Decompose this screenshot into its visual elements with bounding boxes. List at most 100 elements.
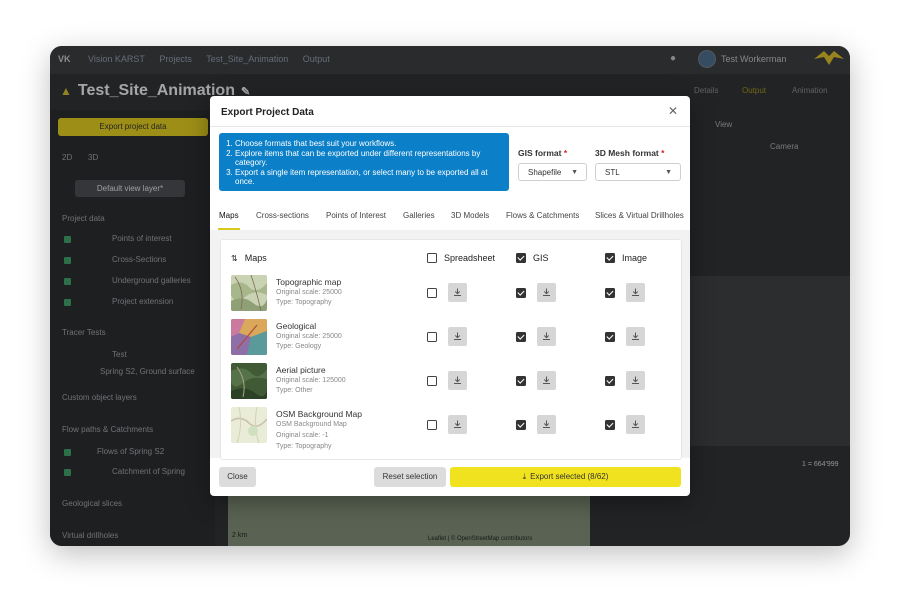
mesh-format-select[interactable]: STL ▼ [595, 163, 681, 181]
table-row: Topographic map Original scale: 25000 Ty… [221, 275, 681, 315]
gis-download-button[interactable] [537, 371, 556, 390]
gis-format-select[interactable]: Shapefile ▼ [518, 163, 587, 181]
gis-download-button[interactable] [537, 415, 556, 434]
item-subtitle: OSM Background Map [276, 421, 347, 428]
spreadsheet-checkbox[interactable] [427, 420, 437, 430]
download-icon [543, 376, 550, 384]
download-icon: ⤓ [522, 472, 527, 481]
item-scale: Original scale: 125000 [276, 377, 346, 384]
instruction-item: Explore items that can be exported under… [235, 149, 501, 168]
map-thumbnail [231, 363, 267, 399]
column-image[interactable]: Image [605, 253, 647, 263]
item-type: Type: Topography [276, 443, 332, 450]
tab-slices-drillholes[interactable]: Slices & Virtual Drillholes [595, 211, 684, 220]
table-row: Geological Original scale: 25000 Type: G… [221, 319, 681, 359]
category-tabs: Maps Cross-sections Points of Interest G… [210, 206, 690, 231]
tab-points-of-interest[interactable]: Points of Interest [326, 211, 386, 220]
column-label: Image [622, 253, 648, 263]
export-selected-button[interactable]: ⤓ Export selected (8/62) [450, 467, 681, 487]
select-all-spreadsheet-checkbox[interactable] [427, 253, 437, 263]
image-checkbox[interactable] [605, 288, 615, 298]
tab-galleries[interactable]: Galleries [403, 211, 435, 220]
spreadsheet-download-button[interactable] [448, 415, 467, 434]
item-type: Type: Other [276, 387, 313, 394]
item-name: Geological [276, 321, 317, 331]
table-row: Aerial picture Original scale: 125000 Ty… [221, 363, 681, 403]
required-mark: * [563, 148, 568, 158]
divider [210, 126, 690, 127]
map-thumbnail [231, 275, 267, 311]
download-icon [632, 332, 639, 340]
map-thumbnail [231, 319, 267, 355]
image-checkbox[interactable] [605, 420, 615, 430]
item-scale: Original scale: 25000 [276, 333, 342, 340]
column-gis[interactable]: GIS [516, 253, 549, 263]
item-name: OSM Background Map [276, 409, 362, 419]
image-download-button[interactable] [626, 283, 645, 302]
spreadsheet-checkbox[interactable] [427, 332, 437, 342]
mesh-format-value: STL [605, 168, 620, 177]
gis-download-button[interactable] [537, 283, 556, 302]
gis-checkbox[interactable] [516, 376, 526, 386]
spreadsheet-download-button[interactable] [448, 327, 467, 346]
image-checkbox[interactable] [605, 332, 615, 342]
content-area: ⇅ Maps Spreadsheet GIS Image Topographic… [210, 230, 690, 460]
item-type: Type: Geology [276, 343, 322, 350]
mesh-format-label: 3D Mesh format * [595, 148, 664, 158]
maps-table[interactable]: ⇅ Maps Spreadsheet GIS Image Topographic… [220, 239, 682, 460]
chevron-down-icon: ▼ [665, 169, 672, 176]
image-download-button[interactable] [626, 371, 645, 390]
export-selected-label: Export selected (8/62) [530, 472, 609, 481]
image-download-button[interactable] [626, 327, 645, 346]
image-download-button[interactable] [626, 415, 645, 434]
section-title: Maps [244, 253, 267, 263]
tab-cross-sections[interactable]: Cross-sections [256, 211, 309, 220]
tab-3d-models[interactable]: 3D Models [451, 211, 489, 220]
item-name: Topographic map [276, 277, 342, 287]
download-icon [543, 288, 550, 296]
dialog-title: Export Project Data [221, 107, 314, 118]
gis-download-button[interactable] [537, 327, 556, 346]
gis-format-label-text: GIS format [518, 148, 562, 158]
map-thumbnail [231, 407, 267, 443]
download-icon [543, 420, 550, 428]
item-name: Aerial picture [276, 365, 326, 375]
gis-checkbox[interactable] [516, 332, 526, 342]
gis-format-label: GIS format * [518, 148, 567, 158]
spreadsheet-download-button[interactable] [448, 283, 467, 302]
mesh-format-label-text: 3D Mesh format [595, 148, 659, 158]
export-dialog: Export Project Data ✕ Choose formats tha… [210, 96, 690, 496]
reset-selection-button[interactable]: Reset selection [374, 467, 446, 487]
gis-checkbox[interactable] [516, 288, 526, 298]
collapse-icon[interactable]: ⇅ [231, 254, 238, 263]
download-icon [632, 376, 639, 384]
close-button[interactable]: Close [219, 467, 256, 487]
download-icon [632, 288, 639, 296]
select-all-gis-checkbox[interactable] [516, 253, 526, 263]
table-row: OSM Background Map OSM Background Map Or… [221, 407, 681, 459]
spreadsheet-download-button[interactable] [448, 371, 467, 390]
download-icon [454, 332, 461, 340]
instruction-item: Export a single item representation, or … [235, 168, 501, 187]
column-label: GIS [533, 253, 549, 263]
instruction-item: Choose formats that best suit your workf… [235, 139, 501, 149]
image-checkbox[interactable] [605, 376, 615, 386]
spreadsheet-checkbox[interactable] [427, 288, 437, 298]
tab-flows-catchments[interactable]: Flows & Catchments [506, 211, 579, 220]
download-icon [632, 420, 639, 428]
dialog-footer: Close Reset selection ⤓ Export selected (… [210, 458, 690, 496]
gis-checkbox[interactable] [516, 420, 526, 430]
column-label: Spreadsheet [444, 253, 496, 263]
tab-maps[interactable]: Maps [219, 211, 239, 220]
item-scale: Original scale: 25000 [276, 289, 342, 296]
item-type: Type: Topography [276, 299, 332, 306]
download-icon [543, 332, 550, 340]
instructions-box: Choose formats that best suit your workf… [219, 133, 509, 191]
spreadsheet-checkbox[interactable] [427, 376, 437, 386]
column-spreadsheet[interactable]: Spreadsheet [427, 253, 495, 263]
close-icon[interactable]: ✕ [668, 104, 678, 118]
download-icon [454, 288, 461, 296]
select-all-image-checkbox[interactable] [605, 253, 615, 263]
section-header: ⇅ Maps [231, 253, 267, 263]
required-mark: * [661, 148, 665, 158]
